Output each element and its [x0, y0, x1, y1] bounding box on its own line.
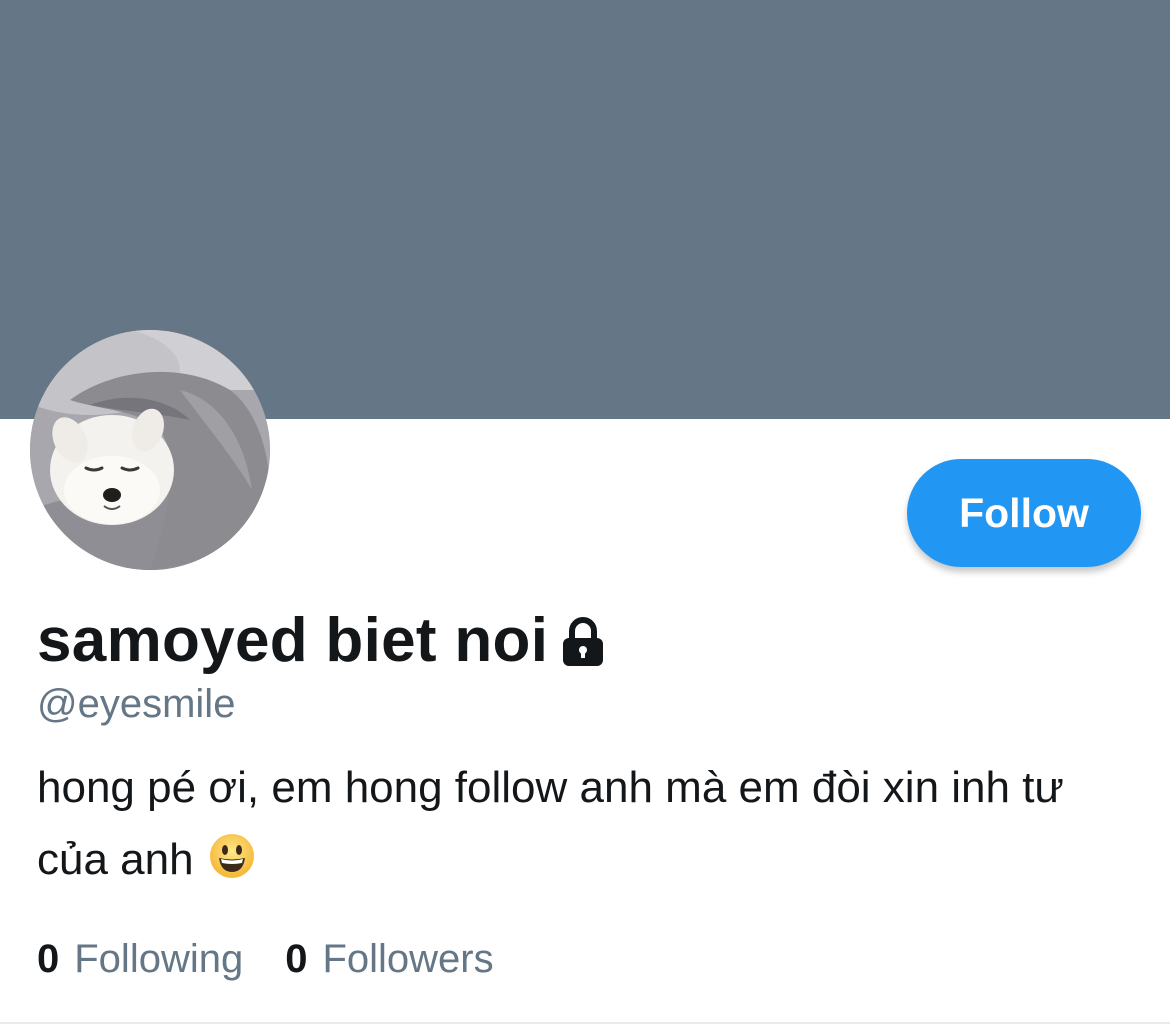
samoyed-avatar-image: [30, 330, 270, 570]
profile-handle: @eyesmile: [37, 682, 236, 726]
following-count: 0: [37, 937, 60, 981]
profile-page: Follow samoyed biet noi @eyesmile hong p…: [0, 0, 1170, 1032]
lock-icon: [558, 616, 608, 668]
divider: [0, 1022, 1170, 1024]
avatar[interactable]: [30, 330, 270, 570]
display-name: samoyed biet noi: [37, 605, 549, 675]
bio-text: hong pé ơi, em hong follow anh mà em đòi…: [37, 763, 1064, 884]
follow-button[interactable]: Follow: [907, 459, 1141, 567]
grinning-face-icon: [208, 832, 256, 880]
followers-label: Followers: [322, 937, 494, 981]
following-stat[interactable]: 0 Following: [37, 937, 243, 982]
profile-bio: hong pé ơi, em hong follow anh mà em đòi…: [37, 752, 1137, 896]
followers-count: 0: [285, 937, 308, 981]
display-name-row: samoyed biet noi: [37, 604, 608, 676]
profile-stats: 0 Following 0 Followers: [37, 937, 494, 982]
following-label: Following: [74, 937, 244, 981]
followers-stat[interactable]: 0 Followers: [285, 937, 493, 982]
